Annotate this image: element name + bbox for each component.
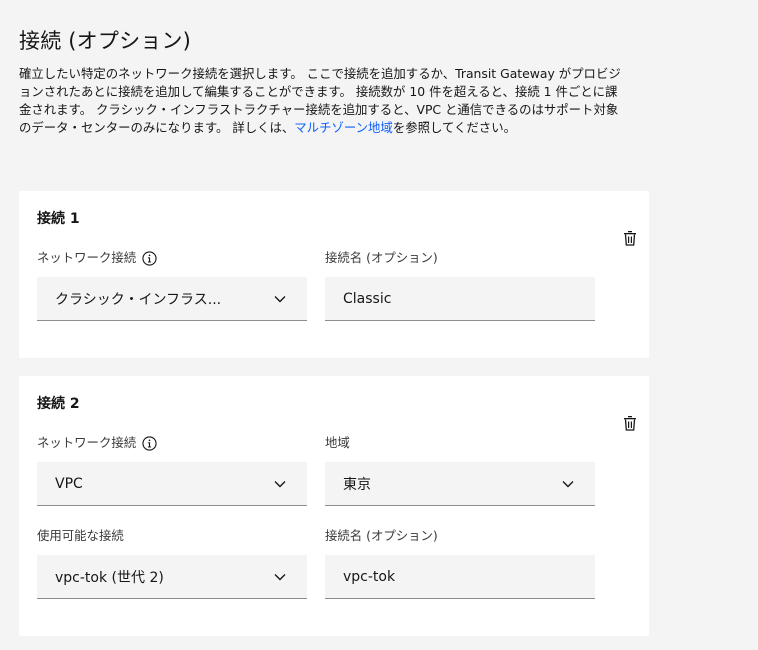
info-icon[interactable] xyxy=(142,250,157,266)
available-connection-select[interactable]: vpc-tok (世代 2) xyxy=(37,555,307,599)
network-connection-value: VPC xyxy=(55,475,83,492)
available-connection-label: 使用可能な接続 xyxy=(37,528,124,543)
chevron-down-icon xyxy=(274,573,286,580)
connection-card-1: 接続 1 ネットワーク接続 クラシック・インフラス... 接続名 (オプション) xyxy=(19,191,649,358)
connection-name-input[interactable] xyxy=(325,555,585,598)
network-connection-label: ネットワーク接続 xyxy=(37,250,157,266)
region-select[interactable]: 東京 xyxy=(325,462,595,506)
chevron-down-icon xyxy=(274,480,286,487)
section-description: 確立したい特定のネットワーク接続を選択します。 ここで接続を追加するか、Tran… xyxy=(19,65,624,137)
region-value: 東京 xyxy=(343,476,371,493)
info-icon[interactable] xyxy=(142,435,157,451)
connection-1-title: 接続 1 xyxy=(37,211,80,227)
description-text-end: を参照してください。 xyxy=(392,120,516,135)
connection-name-field[interactable] xyxy=(325,277,595,321)
section-title: 接続 (オプション) xyxy=(19,29,192,53)
connection-2-title: 接続 2 xyxy=(37,396,80,412)
connection-name-input[interactable] xyxy=(325,277,585,320)
network-connection-label-text: ネットワーク接続 xyxy=(37,250,137,265)
connection-card-2: 接続 2 ネットワーク接続 VPC 地域 東京 使用可能な接続 vpc-tok … xyxy=(19,376,649,636)
connection-name-label: 接続名 (オプション) xyxy=(325,250,438,265)
multizone-region-link[interactable]: マルチゾーン地域 xyxy=(294,120,393,135)
chevron-down-icon xyxy=(274,295,286,302)
network-connection-value: クラシック・インフラス... xyxy=(55,291,222,308)
connection-name-field[interactable] xyxy=(325,555,595,599)
available-connection-value: vpc-tok (世代 2) xyxy=(55,569,164,586)
trash-icon[interactable] xyxy=(622,415,638,431)
network-connection-label: ネットワーク接続 xyxy=(37,435,157,451)
network-connection-select[interactable]: VPC xyxy=(37,462,307,506)
region-label: 地域 xyxy=(325,435,350,450)
connection-name-label: 接続名 (オプション) xyxy=(325,528,438,543)
network-connection-label-text: ネットワーク接続 xyxy=(37,435,137,450)
chevron-down-icon xyxy=(562,480,574,487)
trash-icon[interactable] xyxy=(622,230,638,246)
network-connection-select[interactable]: クラシック・インフラス... xyxy=(37,277,307,321)
